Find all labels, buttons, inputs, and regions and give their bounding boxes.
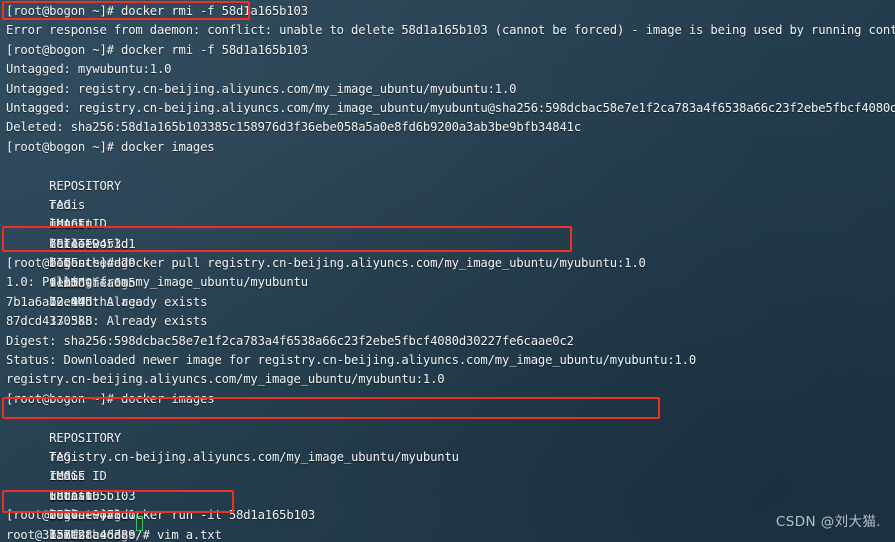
command-line-docker-rmi-2: [root@bogon ~]# docker rmi -f 58d1a165b1…: [6, 42, 308, 57]
table-header-row-2: REPOSITORY TAG IMAGE ID CREATED SIZE: [6, 409, 895, 523]
output-untagged-registry-tag: Untagged: registry.cn-beijing.aliyuncs.c…: [6, 81, 517, 96]
output-layer-exists-1: 7b1a6ab2e44d: Already exists: [6, 294, 208, 309]
table-row: redis latest 7614ae9453d1 7 months ago 1…: [6, 177, 895, 290]
cell-repository: hello-world: [49, 236, 129, 251]
terminal-window[interactable]: [root@bogon ~]# docker rmi -f 58d1a165b1…: [0, 0, 895, 542]
cell-repository: redis: [49, 469, 86, 484]
cell-repository: ubuntu: [49, 217, 93, 232]
output-pulled-image-ref: registry.cn-beijing.aliyuncs.com/my_imag…: [6, 372, 445, 387]
output-untagged-mywubuntu: Untagged: mywubuntu:1.0: [6, 62, 172, 77]
terminal-cursor: [136, 516, 143, 531]
watermark-text: CSDN @刘大猫.: [775, 513, 881, 530]
table-header-row-1: REPOSITORY TAG IMAGE ID CREATED SIZE: [6, 157, 895, 271]
column-header-repository: REPOSITORY: [49, 178, 121, 193]
command-line-docker-pull: [root@bogon ~]# docker pull registry.cn-…: [6, 256, 646, 271]
table-row: ubuntu latest ba6acccedd29 9 months ago …: [6, 196, 895, 309]
output-digest: Digest: sha256:598dcbac58e7e1f2ca783a4f6…: [6, 333, 574, 348]
command-line-docker-images-1: [root@bogon ~]# docker images: [6, 139, 215, 154]
error-line-conflict: Error response from daemon: conflict: un…: [6, 23, 895, 38]
output-layer-exists-2: 87dcd4370588: Already exists: [6, 314, 208, 329]
output-untagged-registry-digest: Untagged: registry.cn-beijing.aliyuncs.c…: [6, 100, 895, 115]
cell-repository: ubuntu: [49, 488, 93, 503]
table-row: hello-world latest feb5d9fea6a5 10 month…: [6, 215, 895, 329]
command-line-docker-images-2: [root@bogon ~]# docker images: [6, 391, 215, 406]
terminal-output: [root@bogon ~]# docker rmi -f 58d1a165b1…: [0, 0, 895, 542]
output-pulling-from: 1.0: Pulling from my_image_ubuntu/myubun…: [6, 275, 308, 290]
column-header-repository: REPOSITORY: [49, 430, 121, 445]
output-deleted-sha: Deleted: sha256:58d1a165b103385c158976d3…: [6, 120, 581, 135]
output-status-downloaded: Status: Downloaded newer image for regis…: [6, 353, 696, 368]
cell-repository: redis: [49, 197, 86, 212]
cell-repository: registry.cn-beijing.aliyuncs.com/my_imag…: [49, 450, 459, 464]
command-line-docker-rmi-1: [root@bogon ~]# docker rmi -f 58d1a165b1…: [6, 4, 308, 18]
